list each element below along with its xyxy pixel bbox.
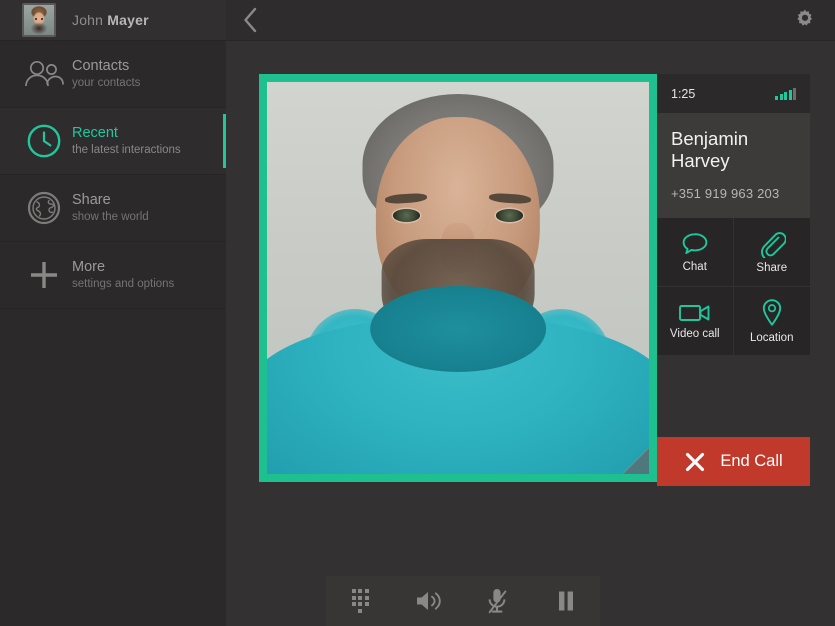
speaker-icon [416, 592, 441, 610]
action-label: Video call [669, 328, 720, 340]
video-camera-icon [678, 305, 710, 321]
dialpad-icon [351, 589, 369, 613]
avatar [22, 3, 56, 37]
active-indicator [223, 114, 226, 168]
action-share[interactable]: Share [733, 218, 810, 287]
call-actions: Chat Share Video call Location [657, 218, 810, 356]
more-plus-icon [16, 258, 72, 292]
caller-portrait: CANTÓ [267, 82, 649, 474]
call-status-row: 1:25 [657, 74, 810, 113]
share-globe-icon [16, 189, 72, 227]
action-label: Share [756, 262, 788, 274]
sidebar-item-more[interactable]: More settings and options [0, 242, 226, 309]
profile-header[interactable]: John Mayer [0, 0, 226, 41]
map-pin-icon [762, 299, 781, 326]
recent-clock-icon [16, 122, 72, 160]
speaker-button[interactable] [403, 581, 455, 621]
sidebar-item-title: More [72, 259, 106, 275]
action-video-call[interactable]: Video call [657, 287, 734, 356]
profile-name: John Mayer [72, 12, 149, 28]
pause-icon [558, 591, 573, 611]
contact-name: Benjamin Harvey [671, 128, 749, 171]
dialpad-button[interactable] [334, 581, 386, 621]
contacts-people-icon [16, 60, 72, 88]
sidebar-item-subtitle: settings and options [72, 278, 175, 290]
settings-button[interactable] [793, 8, 817, 32]
sidebar-item-contacts[interactable]: Contacts your contacts [0, 41, 226, 108]
voip-call-app: John Mayer Contacts your contacts Recent… [0, 0, 835, 626]
chat-bubble-icon [682, 233, 708, 255]
sidebar-item-subtitle: show the world [72, 211, 149, 223]
signal-bars-icon [775, 87, 796, 100]
end-call-label: End Call [720, 452, 783, 470]
contact-phone: +351 919 963 203 [671, 186, 780, 201]
action-chat[interactable]: Chat [657, 218, 734, 287]
call-info-panel: 1:25 Benjamin Harvey +351 919 963 203 Ch… [657, 74, 810, 482]
mute-button[interactable] [471, 581, 523, 621]
back-button[interactable] [240, 6, 260, 34]
action-label: Chat [682, 261, 707, 273]
sidebar-item-subtitle: your contacts [72, 77, 141, 89]
close-x-icon [686, 452, 705, 471]
sidebar-item-title: Contacts [72, 58, 130, 74]
gear-icon [797, 9, 812, 26]
action-label: Location [750, 332, 794, 344]
sidebar-item-title: Recent [72, 125, 118, 141]
sidebar-item-subtitle: the latest interactions [72, 144, 181, 156]
paperclip-icon [760, 232, 786, 258]
call-timer: 1:25 [671, 86, 696, 101]
top-bar [226, 0, 835, 41]
sidebar-item-title: Share [72, 192, 111, 208]
chevron-left-icon [244, 7, 257, 33]
sidebar: John Mayer Contacts your contacts Recent… [0, 0, 226, 626]
call-controls-bar [326, 576, 600, 626]
action-location[interactable]: Location [733, 287, 810, 356]
sidebar-item-share[interactable]: Share show the world [0, 175, 226, 242]
sidebar-item-recent[interactable]: Recent the latest interactions [0, 108, 226, 175]
hold-button[interactable] [540, 581, 592, 621]
microphone-muted-icon [488, 589, 507, 614]
end-call-button[interactable]: End Call [657, 437, 810, 486]
caller-photo-frame: CANTÓ [259, 74, 657, 482]
contact-info: Benjamin Harvey +351 919 963 203 [657, 113, 810, 218]
